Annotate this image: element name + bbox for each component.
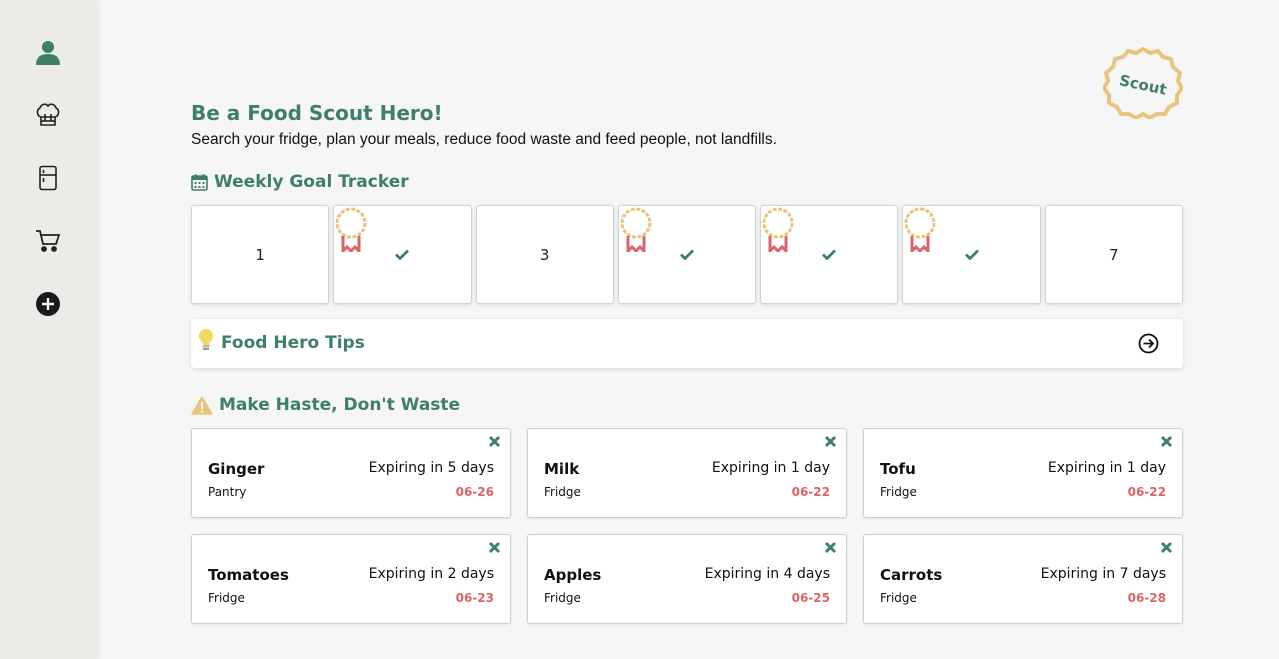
item-expiry: Expiring in 5 days (368, 460, 494, 476)
item-expiry: Expiring in 2 days (368, 566, 494, 582)
add-circle-icon[interactable] (34, 290, 62, 318)
arrow-right-circle-icon[interactable] (1138, 333, 1159, 358)
expiring-title: Make Haste, Don't Waste (219, 395, 461, 415)
food-hero-tips[interactable]: Food Hero Tips (191, 319, 1183, 368)
day-tile[interactable]: 3 (475, 205, 614, 304)
expiring-item-card[interactable]: Tomatoes Fridge Expiring in 2 days 06-23 (191, 534, 511, 624)
close-icon[interactable] (488, 541, 501, 554)
close-icon[interactable] (488, 435, 501, 448)
day-number: 3 (539, 245, 550, 264)
tracker-heading: Weekly Goal Tracker (191, 172, 409, 192)
tracker-title: Weekly Goal Tracker (214, 172, 409, 192)
cart-icon[interactable] (34, 227, 62, 255)
page-title: Be a Food Scout Hero! (191, 101, 443, 125)
day-number: 1 (255, 245, 265, 264)
sidebar (0, 0, 96, 659)
item-date: 06-22 (1127, 485, 1166, 499)
item-location: Fridge (544, 485, 581, 499)
item-location: Fridge (880, 485, 917, 499)
item-location: Fridge (880, 591, 917, 605)
item-name: Tomatoes (208, 566, 289, 584)
expiring-item-card[interactable]: Ginger Pantry Expiring in 5 days 06-26 (191, 428, 511, 518)
tips-title: Food Hero Tips (221, 333, 365, 353)
day-tile[interactable]: 7 (1044, 205, 1183, 304)
award-ribbon-icon (335, 207, 367, 252)
fridge-icon[interactable] (34, 164, 62, 192)
award-ribbon-icon (620, 207, 652, 252)
close-icon[interactable] (1160, 435, 1173, 448)
badge-text: Scout (1118, 71, 1169, 99)
lightbulb-icon (197, 328, 215, 356)
scout-badge: Scout (1101, 46, 1185, 121)
check-icon (964, 249, 979, 260)
item-date: 06-28 (1127, 591, 1166, 605)
day-tile[interactable]: 1 (191, 205, 330, 304)
item-expiry: Expiring in 4 days (704, 566, 830, 582)
item-date: 06-23 (455, 591, 494, 605)
item-expiry: Expiring in 1 day (711, 460, 830, 476)
user-icon[interactable] (34, 38, 62, 66)
expiring-item-card[interactable]: Carrots Fridge Expiring in 7 days 06-28 (863, 534, 1183, 624)
item-date: 06-25 (791, 591, 830, 605)
page-subtitle: Search your fridge, plan your meals, red… (191, 131, 777, 148)
item-date: 06-26 (455, 485, 494, 499)
close-icon[interactable] (824, 435, 837, 448)
item-location: Fridge (544, 591, 581, 605)
item-expiry: Expiring in 1 day (1047, 460, 1166, 476)
award-ribbon-icon (904, 207, 936, 252)
warning-icon (191, 395, 213, 415)
day-tile[interactable] (333, 205, 472, 304)
item-date: 06-22 (791, 485, 830, 499)
item-name: Ginger (208, 460, 265, 478)
day-tile[interactable] (617, 205, 757, 304)
expiring-item-card[interactable]: Tofu Fridge Expiring in 1 day 06-22 (863, 428, 1183, 518)
day-tile[interactable] (760, 205, 899, 304)
check-icon (679, 249, 694, 260)
award-ribbon-icon (762, 207, 794, 252)
day-tile[interactable] (902, 205, 1041, 304)
close-icon[interactable] (1160, 541, 1173, 554)
item-expiry: Expiring in 7 days (1040, 566, 1166, 582)
check-icon (822, 249, 837, 260)
item-name: Carrots (880, 566, 943, 584)
check-icon (395, 249, 410, 260)
day-number: 7 (1109, 245, 1119, 264)
item-name: Apples (544, 566, 602, 584)
chef-hat-icon[interactable] (34, 101, 62, 129)
item-name: Tofu (880, 460, 916, 478)
item-name: Milk (544, 460, 580, 478)
item-location: Fridge (208, 591, 245, 605)
close-icon[interactable] (824, 541, 837, 554)
calendar-icon (191, 173, 208, 191)
weekly-goal-tracker: 1 3 7 (191, 205, 1183, 304)
expiring-item-card[interactable]: Apples Fridge Expiring in 4 days 06-25 (527, 534, 847, 624)
expiring-heading: Make Haste, Don't Waste (191, 395, 460, 415)
expiring-item-card[interactable]: Milk Fridge Expiring in 1 day 06-22 (527, 428, 847, 518)
item-location: Pantry (208, 485, 247, 499)
